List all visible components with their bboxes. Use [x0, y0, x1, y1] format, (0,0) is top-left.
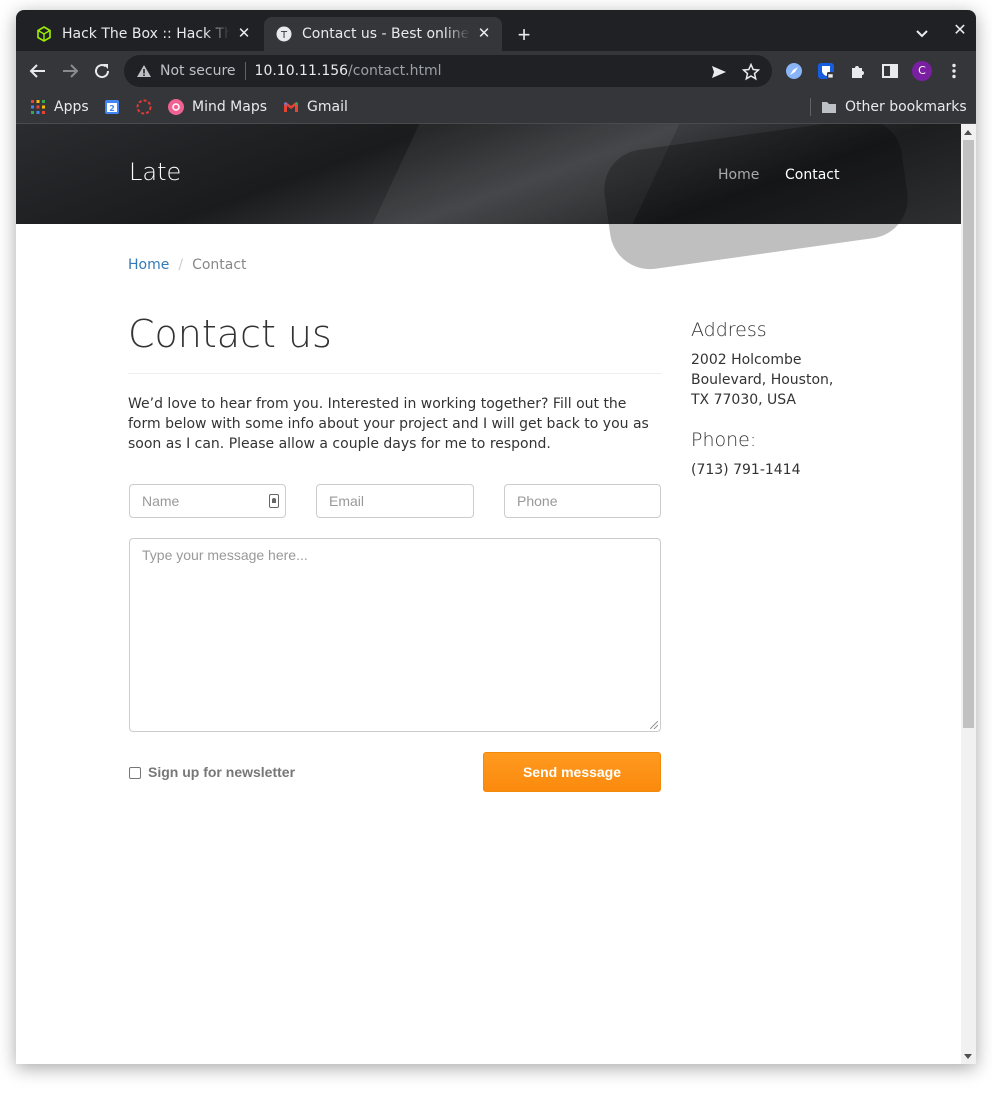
- send-message-button[interactable]: Send message: [483, 752, 661, 792]
- forward-arrow-icon[interactable]: [58, 59, 82, 83]
- address-text: 2002 Holcombe Boulevard, Houston, TX 770…: [691, 352, 834, 408]
- scroll-down-arrow-icon[interactable]: [964, 1054, 972, 1059]
- phone-heading: Phone:: [691, 429, 757, 451]
- bookmarks-divider: [810, 98, 811, 116]
- close-tab-icon[interactable]: ✕: [236, 26, 252, 42]
- omnibox-divider: [244, 62, 246, 80]
- url-host: 10.10.11.156: [254, 63, 349, 79]
- tab-title: Hack The Box :: Hack The Box: [62, 26, 230, 42]
- tab-strip: Hack The Box :: Hack The Box ✕ T Contact…: [16, 10, 976, 51]
- bookmark-star-icon[interactable]: [742, 63, 760, 81]
- name-input[interactable]: Name: [129, 484, 286, 518]
- vertical-scrollbar[interactable]: [961, 124, 976, 1064]
- nav-home-link[interactable]: Home: [718, 167, 759, 183]
- extensions-puzzle-icon[interactable]: [848, 61, 868, 81]
- tab-contact[interactable]: T Contact us - Best online image ✕: [264, 17, 502, 51]
- message-textarea[interactable]: Type your message here...: [129, 538, 661, 732]
- bookmark-label: Apps: [54, 99, 89, 115]
- breadcrumb-current: Contact: [192, 257, 247, 273]
- email-input[interactable]: Email: [316, 484, 474, 518]
- breadcrumb: Home / Contact: [128, 257, 247, 273]
- apps-grid-icon: [30, 99, 46, 115]
- page-viewport: Late Home Contact Home / Contact Contact…: [16, 124, 961, 1064]
- name-placeholder: Name: [142, 493, 180, 509]
- newsletter-label[interactable]: Sign up for newsletter: [148, 764, 295, 780]
- other-bookmarks-label: Other bookmarks: [845, 99, 967, 115]
- site-brand[interactable]: Late: [129, 158, 181, 186]
- scroll-up-arrow-icon[interactable]: [964, 130, 972, 135]
- profile-initial: C: [918, 64, 926, 77]
- address-bar[interactable]: Not secure 10.10.11.156 /contact.html: [124, 55, 772, 87]
- message-placeholder: Type your message here...: [142, 547, 308, 563]
- folder-icon: [821, 99, 837, 115]
- title-divider: [128, 373, 661, 374]
- extension-compass-icon[interactable]: [784, 61, 804, 81]
- bookmark-target[interactable]: [136, 95, 160, 119]
- url-path: /contact.html: [348, 63, 442, 79]
- back-arrow-icon[interactable]: [26, 59, 50, 83]
- tab-title: Contact us - Best online image: [302, 26, 470, 42]
- bookmark-mindmaps[interactable]: Mind Maps: [168, 95, 267, 119]
- reload-icon[interactable]: [90, 59, 114, 83]
- tab-hackthebox[interactable]: Hack The Box :: Hack The Box ✕: [24, 17, 262, 51]
- site-header: Late Home Contact: [16, 124, 961, 275]
- bookmark-apps[interactable]: Apps: [30, 95, 89, 119]
- email-placeholder: Email: [329, 493, 365, 509]
- resize-handle-icon[interactable]: [650, 721, 658, 729]
- nav-contact-link[interactable]: Contact: [785, 167, 839, 183]
- scrollbar-thumb[interactable]: [963, 140, 974, 728]
- send-tab-icon[interactable]: [710, 63, 728, 81]
- phone-input[interactable]: Phone: [504, 484, 661, 518]
- bookmark-label: Gmail: [307, 99, 348, 115]
- svg-text:T: T: [280, 30, 288, 41]
- bookmark-calendar[interactable]: 2: [104, 95, 128, 119]
- google-calendar-icon: 2: [104, 99, 120, 115]
- browser-toolbar: Not secure 10.10.11.156 /contact.html C: [16, 51, 976, 91]
- intro-text: We’d love to hear from you. Interested i…: [128, 396, 649, 452]
- hackthebox-cube-icon: [36, 26, 52, 42]
- svg-text:2: 2: [109, 104, 115, 113]
- page-favicon-icon: T: [276, 26, 292, 42]
- bookmarks-bar: Apps 2 Mind Maps Gmail Other bookmarks: [16, 91, 976, 124]
- profile-avatar[interactable]: C: [912, 61, 932, 81]
- kebab-menu-icon[interactable]: [944, 61, 964, 81]
- gmail-icon: [283, 99, 299, 115]
- browser-window: Hack The Box :: Hack The Box ✕ T Contact…: [16, 10, 976, 1064]
- contact-card-icon[interactable]: [269, 494, 279, 508]
- phone-number: (713) 791-1414: [691, 462, 801, 478]
- page-title: Contact us: [128, 312, 332, 356]
- bookmark-label: Mind Maps: [192, 99, 268, 115]
- bitwarden-shield-icon[interactable]: [816, 61, 836, 81]
- breadcrumb-separator: /: [178, 257, 184, 273]
- phone-placeholder: Phone: [517, 493, 558, 509]
- warning-triangle-icon[interactable]: [136, 63, 152, 79]
- newsletter-checkbox[interactable]: [129, 767, 141, 779]
- other-bookmarks[interactable]: Other bookmarks: [821, 95, 967, 119]
- breadcrumb-home-link[interactable]: Home: [128, 257, 169, 273]
- target-icon: [136, 99, 152, 115]
- side-panel-icon[interactable]: [880, 61, 900, 81]
- bookmark-gmail[interactable]: Gmail: [283, 95, 348, 119]
- chevron-down-icon[interactable]: [912, 24, 932, 44]
- mindmaps-icon: [168, 99, 184, 115]
- address-heading: Address: [691, 319, 767, 341]
- close-window-icon[interactable]: ✕: [950, 20, 970, 40]
- new-tab-plus-icon[interactable]: +: [512, 24, 536, 48]
- close-tab-icon[interactable]: ✕: [476, 26, 492, 42]
- security-status: Not secure: [160, 63, 236, 79]
